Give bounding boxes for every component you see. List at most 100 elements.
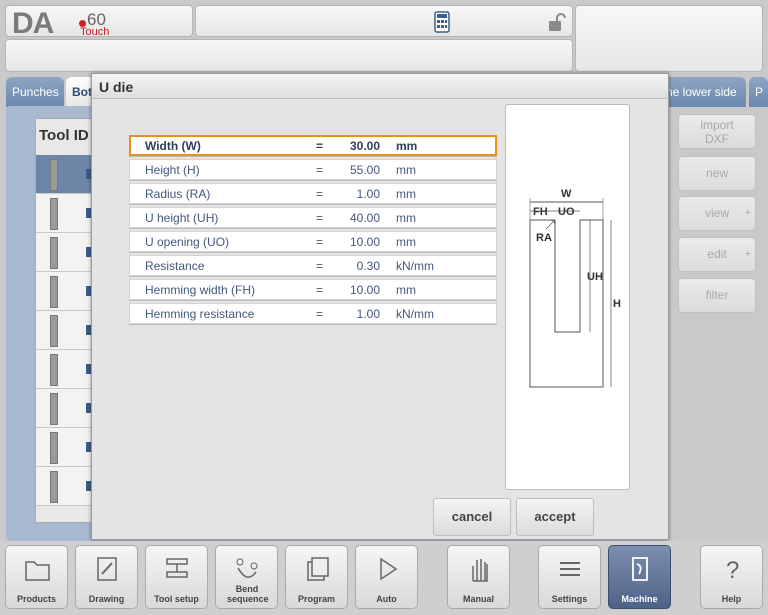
param-equals: = xyxy=(316,259,324,273)
param-value[interactable]: 10.00 xyxy=(330,235,380,249)
param-row[interactable]: U height (UH) = 40.00 mm xyxy=(129,207,497,228)
header-info-bar xyxy=(5,39,573,72)
help-icon: ? xyxy=(726,557,739,584)
param-value[interactable]: 10.00 xyxy=(330,283,380,297)
param-row[interactable]: U opening (UO) = 10.00 mm xyxy=(129,231,497,252)
nav-label: Products xyxy=(16,594,56,604)
nav-label: Drawing xyxy=(88,594,125,604)
tab-punches[interactable]: Punches xyxy=(6,77,64,107)
die-profile-icon xyxy=(50,471,58,503)
tab-more[interactable]: P xyxy=(749,77,768,107)
tab-lower-side[interactable]: ne lower side xyxy=(658,77,746,107)
param-label: Radius (RA) xyxy=(145,187,211,201)
logo-subtitle: Touch xyxy=(80,26,110,38)
param-value[interactable]: 1.00 xyxy=(330,187,380,201)
view-button[interactable]: view + xyxy=(678,196,756,231)
param-equals: = xyxy=(316,211,324,225)
param-row[interactable]: Resistance = 0.30 kN/mm xyxy=(129,255,497,276)
nav-machine-button[interactable]: Machine xyxy=(608,545,671,609)
param-label: Width (W) xyxy=(145,139,201,153)
app-logo: DA 60 Touch xyxy=(5,5,193,40)
nav-tool-setup-button[interactable]: Tool setup xyxy=(145,545,208,609)
param-label: Resistance xyxy=(145,259,205,273)
nav-label: Auto xyxy=(376,594,397,604)
die-profile-icon xyxy=(50,354,58,386)
nav-bend-sequence-button[interactable]: Bend sequence xyxy=(215,545,278,609)
param-equals: = xyxy=(316,139,324,153)
label-uh: UH xyxy=(587,271,603,283)
nav-products-button[interactable]: Products xyxy=(5,545,68,609)
u-die-drawing: W FH UO RA UH H xyxy=(529,188,621,388)
list-header-tool-id: Tool ID xyxy=(39,127,89,144)
program-icon xyxy=(307,557,329,581)
u-die-diagram: W FH UO RA UH H xyxy=(505,104,630,490)
header-status-bar xyxy=(195,5,573,37)
list-item[interactable] xyxy=(36,428,94,467)
list-item[interactable] xyxy=(36,194,94,233)
play-icon xyxy=(380,557,398,581)
label-w: W xyxy=(561,188,572,200)
label-uo: UO xyxy=(558,206,575,218)
nav-program-button[interactable]: Program xyxy=(285,545,348,609)
param-label: Hemming resistance xyxy=(145,307,255,321)
list-item[interactable] xyxy=(36,233,94,272)
plus-icon: + xyxy=(744,248,751,260)
logo-text: DA xyxy=(12,7,54,40)
param-value[interactable]: 55.00 xyxy=(330,163,380,177)
nav-label: Bend sequence xyxy=(227,584,269,604)
u-die-dialog: U die Width (W) = 30.00 mm Height (H) = 55.00 m… xyxy=(91,73,669,540)
param-equals: = xyxy=(316,235,324,249)
nav-settings-button[interactable]: Settings xyxy=(538,545,601,609)
import-dxf-button[interactable]: import DXF xyxy=(678,114,756,149)
list-item[interactable] xyxy=(36,272,94,311)
calculator-icon[interactable] xyxy=(434,11,450,33)
edit-button[interactable]: edit + xyxy=(678,237,756,272)
param-row[interactable]: Height (H) = 55.00 mm xyxy=(129,159,497,180)
param-value[interactable]: 30.00 xyxy=(330,139,380,153)
param-unit: mm xyxy=(396,235,416,249)
die-profile-icon xyxy=(50,432,58,464)
tool-list[interactable]: Tool ID xyxy=(35,118,95,523)
machine-icon xyxy=(632,557,648,581)
unlock-icon[interactable] xyxy=(546,12,566,32)
param-row[interactable]: Hemming width (FH) = 10.00 mm xyxy=(129,279,497,300)
list-item[interactable] xyxy=(36,350,94,389)
nav-manual-button[interactable]: Manual xyxy=(447,545,510,609)
cancel-button[interactable]: cancel xyxy=(433,498,511,536)
nav-help-button[interactable]: ? Help xyxy=(700,545,763,609)
list-item[interactable] xyxy=(36,311,94,350)
param-label: U opening (UO) xyxy=(145,235,230,249)
label-h: H xyxy=(613,298,621,310)
die-profile-icon xyxy=(50,276,58,308)
param-row[interactable]: Radius (RA) = 1.00 mm xyxy=(129,183,497,204)
param-unit: mm xyxy=(396,139,418,153)
nav-auto-button[interactable]: Auto xyxy=(355,545,418,609)
list-item[interactable] xyxy=(36,155,94,194)
param-label: Height (H) xyxy=(145,163,200,177)
label-ra: RA xyxy=(536,232,552,244)
nav-label: Help xyxy=(721,594,742,604)
param-value[interactable]: 1.00 xyxy=(330,307,380,321)
list-item[interactable] xyxy=(36,389,94,428)
nav-drawing-button[interactable]: Drawing xyxy=(75,545,138,609)
param-value[interactable]: 0.30 xyxy=(330,259,380,273)
param-equals: = xyxy=(316,283,324,297)
param-unit: mm xyxy=(396,163,416,177)
folder-icon xyxy=(25,561,50,581)
param-unit: mm xyxy=(396,211,416,225)
accept-button[interactable]: accept xyxy=(516,498,594,536)
die-profile-icon xyxy=(50,198,58,230)
die-profile-icon xyxy=(50,159,58,191)
list-item[interactable] xyxy=(36,467,94,506)
header-right-panel xyxy=(575,5,763,72)
svg-text:?: ? xyxy=(726,557,739,584)
param-row[interactable]: Hemming resistance = 1.00 kN/mm xyxy=(129,303,497,324)
drawing-icon xyxy=(97,557,117,581)
plus-icon: + xyxy=(744,207,751,219)
param-label: U height (UH) xyxy=(145,211,219,225)
new-button[interactable]: new xyxy=(678,156,756,191)
param-row[interactable]: Width (W) = 30.00 mm xyxy=(129,135,497,156)
filter-button[interactable]: filter xyxy=(678,278,756,313)
param-value[interactable]: 40.00 xyxy=(330,211,380,225)
die-profile-icon xyxy=(50,315,58,347)
